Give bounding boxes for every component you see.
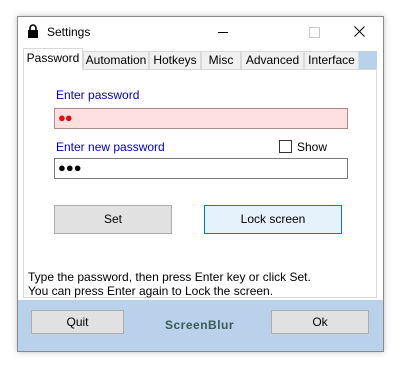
maximize-button: [291, 17, 337, 47]
ok-button[interactable]: Ok: [271, 310, 369, 334]
new-password-label: Enter new password: [56, 140, 165, 154]
lock-screen-button[interactable]: Lock screen: [204, 205, 342, 234]
tab-misc[interactable]: Misc: [201, 51, 241, 69]
tab-strip: Password Automation Hotkeys Misc Advance…: [23, 48, 363, 70]
info-line-1: Type the password, then press Enter key …: [28, 270, 311, 284]
new-password-input[interactable]: ●●●: [54, 158, 348, 179]
set-button[interactable]: Set: [54, 205, 172, 234]
info-line-2: You can press Enter again to Lock the sc…: [28, 284, 274, 298]
lock-icon: [28, 24, 38, 38]
minimize-button[interactable]: [200, 17, 246, 47]
quit-button[interactable]: Quit: [31, 310, 124, 334]
tab-advanced[interactable]: Advanced: [241, 51, 304, 69]
show-label[interactable]: Show: [297, 140, 327, 154]
brand-label: ScreenBlur: [165, 318, 235, 332]
title-bar[interactable]: Settings: [18, 17, 383, 47]
tab-interface[interactable]: Interface: [304, 51, 359, 69]
settings-window: Settings Password Automation Hotkeys Mis…: [17, 16, 384, 352]
tab-password[interactable]: Password: [23, 48, 83, 70]
window-title: Settings: [47, 25, 91, 39]
password-tab-panel: Enter password Show ●● Enter new passwor…: [23, 69, 377, 298]
close-button[interactable]: [337, 17, 383, 47]
password-label: Enter password: [56, 88, 140, 102]
close-icon: [354, 26, 365, 37]
tab-hotkeys[interactable]: Hotkeys: [149, 51, 201, 69]
password-input[interactable]: ●●: [54, 108, 348, 129]
show-checkbox[interactable]: [279, 140, 292, 153]
tab-automation[interactable]: Automation: [83, 51, 149, 69]
